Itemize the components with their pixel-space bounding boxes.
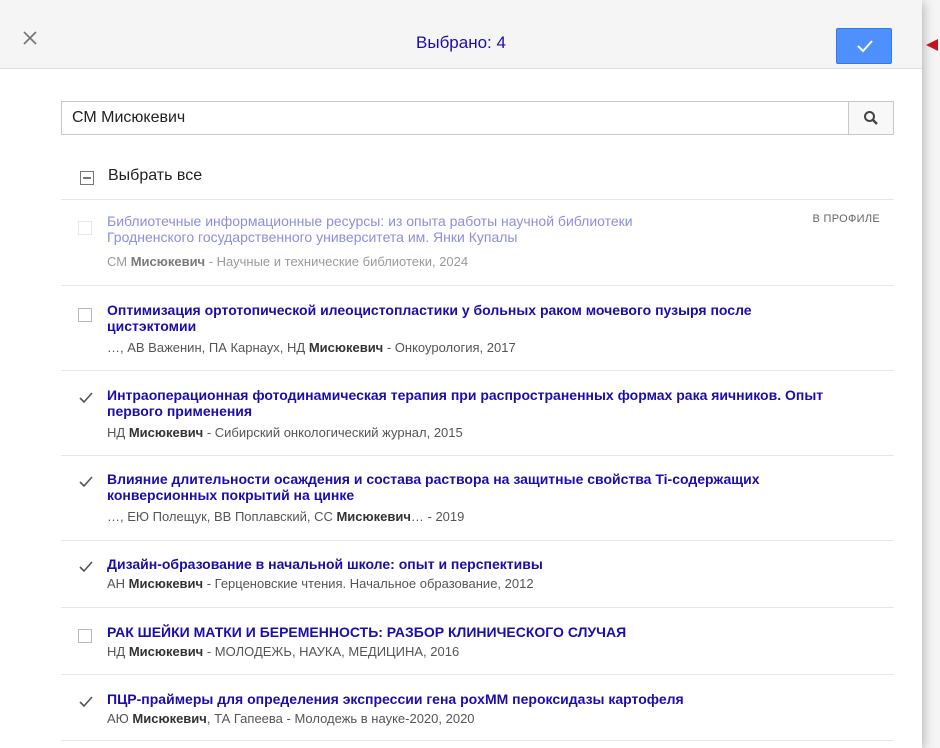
item-meta: НД Мисюкевич - Сибирский онкологический …	[107, 425, 463, 440]
list-item: Оптимизация ортотопической илеоцистоплас…	[61, 302, 894, 360]
item-title[interactable]: Влияние длительности осаждения и состава…	[107, 471, 760, 503]
item-title[interactable]: Оптимизация ортотопической илеоцистоплас…	[107, 302, 752, 334]
divider	[61, 540, 894, 541]
search-button[interactable]	[848, 102, 893, 134]
item-checkbox[interactable]	[78, 475, 93, 489]
item-checkbox[interactable]	[78, 391, 93, 405]
checkmark-icon	[79, 476, 93, 488]
checkmark-icon	[79, 392, 93, 404]
pointer-arrow-icon	[926, 39, 938, 51]
item-meta: …, ЕЮ Полещук, ВВ Поплавский, СС Мисюкев…	[107, 509, 465, 524]
list-item: Влияние длительности осаждения и состава…	[61, 471, 894, 529]
item-title[interactable]: Интраоперационная фотодинамическая терап…	[107, 387, 823, 419]
checkmark-icon	[79, 696, 93, 708]
select-all-checkbox[interactable]	[80, 171, 94, 185]
list-item: Библиотечные информационные ресурсы: из …	[61, 213, 894, 271]
item-meta: НД Мисюкевич - МОЛОДЕЖЬ, НАУКА, МЕДИЦИНА…	[107, 644, 460, 659]
selected-count-title: Выбрано: 4	[416, 33, 506, 52]
divider	[61, 455, 894, 456]
item-checkbox[interactable]	[78, 560, 93, 574]
item-meta: СМ Мисюкевич - Научные и технические биб…	[107, 254, 469, 269]
list-item: РАК ШЕЙКИ МАТКИ И БЕРЕМЕННОСТЬ: РАЗБОР К…	[61, 624, 894, 664]
divider	[61, 370, 894, 371]
list-item: Дизайн-образование в начальной школе: оп…	[61, 556, 894, 596]
indeterminate-icon	[83, 177, 91, 179]
search-icon	[864, 111, 878, 125]
item-checkbox[interactable]	[78, 308, 92, 322]
list-item: Интраоперационная фотодинамическая терап…	[61, 387, 894, 445]
checkmark-icon	[857, 40, 873, 53]
select-all-label: Выбрать все	[108, 167, 203, 184]
item-checkbox	[78, 221, 92, 235]
search-box	[61, 101, 894, 135]
select-articles-dialog: Выбрано: 4 Выбрать все Библиотечные инф	[0, 0, 922, 748]
item-title[interactable]: ПЦР-праймеры для определения экспрессии …	[107, 691, 684, 707]
item-title[interactable]: Библиотечные информационные ресурсы: из …	[107, 213, 633, 245]
divider	[61, 607, 894, 608]
item-meta: …, АВ Важенин, ПА Карнаух, НД Мисюкевич …	[107, 340, 516, 355]
item-checkbox[interactable]	[78, 695, 93, 709]
item-title[interactable]: РАК ШЕЙКИ МАТКИ И БЕРЕМЕННОСТЬ: РАЗБОР К…	[107, 624, 626, 640]
search-input[interactable]	[62, 102, 850, 134]
list-item: ПЦР-праймеры для определения экспрессии …	[61, 691, 894, 731]
divider	[61, 285, 894, 286]
confirm-button[interactable]	[836, 28, 892, 64]
divider	[61, 740, 894, 741]
divider	[61, 674, 894, 675]
divider	[61, 199, 894, 200]
item-title[interactable]: Дизайн-образование в начальной школе: оп…	[107, 556, 543, 572]
item-meta: АЮ Мисюкевич, ТА Гапеева - Молодежь в на…	[107, 711, 475, 726]
checkmark-icon	[79, 561, 93, 573]
dialog-header: Выбрано: 4	[0, 0, 922, 69]
item-meta: АН Мисюкевич - Герценовские чтения. Нача…	[107, 576, 534, 591]
item-checkbox[interactable]	[78, 629, 92, 643]
in-profile-badge: В ПРОФИЛЕ	[812, 213, 880, 225]
